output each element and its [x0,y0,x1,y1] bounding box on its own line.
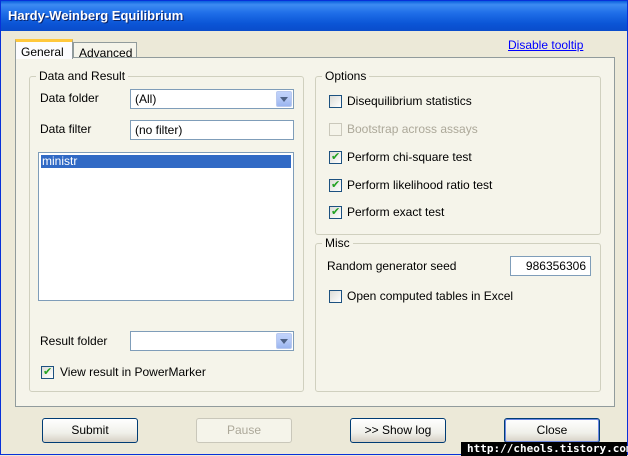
data-folder-select[interactable]: (All) [130,89,294,109]
data-folder-value: (All) [135,92,157,106]
pause-button: Pause [196,418,292,443]
excel-checkbox[interactable] [329,290,342,303]
result-folder-select[interactable] [130,331,294,351]
window-title: Hardy-Weinberg Equilibrium [8,8,184,23]
exact-test-label: Perform exact test [347,205,445,219]
seed-input[interactable]: 986356306 [510,256,591,276]
close-button[interactable]: Close [504,418,600,443]
title-bar[interactable]: Hardy-Weinberg Equilibrium [1,1,627,31]
tab-general[interactable]: General [15,39,73,59]
seed-label: Random generator seed [327,259,457,273]
likelihood-ratio-checkbox[interactable] [329,178,342,192]
result-folder-label: Result folder [40,334,108,348]
chevron-down-icon[interactable] [276,91,292,107]
chi-square-checkbox[interactable] [329,150,342,164]
bootstrap-label: Bootstrap across assays [347,122,478,136]
submit-button[interactable]: Submit [42,418,138,443]
options-legend: Options [325,69,367,83]
excel-label: Open computed tables in Excel [347,289,514,303]
chevron-down-icon[interactable] [276,333,292,349]
view-result-label: View result in PowerMarker [60,365,206,379]
data-filter-label: Data filter [40,122,92,136]
likelihood-ratio-label: Perform likelihood ratio test [347,178,493,192]
data-folder-label: Data folder [40,91,99,105]
bootstrap-checkbox [329,123,342,136]
data-result-legend: Data and Result [39,69,126,83]
disequilibrium-label: Disequilibrium statistics [347,94,472,108]
data-filter-input[interactable]: (no filter) [130,120,294,140]
dialog-window: Hardy-Weinberg Equilibrium General Advan… [0,0,628,456]
data-listbox[interactable]: ministr [38,152,294,301]
watermark: http://cheols.tistory.com [461,442,628,456]
show-log-button[interactable]: >> Show log [350,418,446,443]
chi-square-label: Perform chi-square test [347,150,472,164]
disequilibrium-checkbox[interactable] [329,95,342,108]
list-item[interactable]: ministr [41,155,291,168]
misc-legend: Misc [325,236,350,250]
exact-test-checkbox[interactable] [329,205,342,219]
view-result-checkbox[interactable] [41,365,54,379]
disable-tooltip-link[interactable]: Disable tooltip [508,38,583,52]
